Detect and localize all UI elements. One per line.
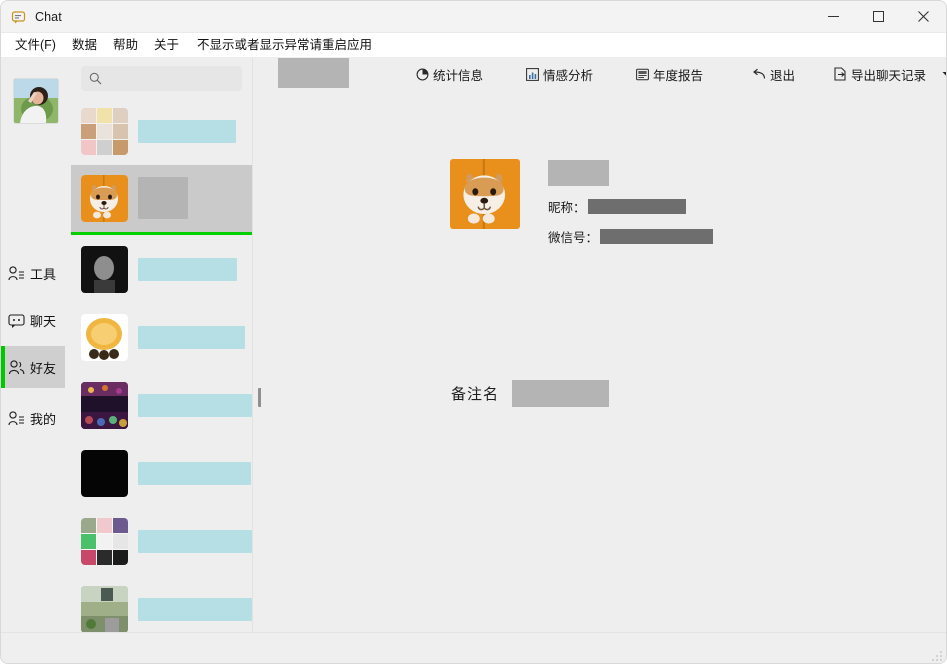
profile-field-wechat-id: 微信号： [548,227,714,246]
remark-row: 备注名 [451,380,610,407]
menu-restart-hint[interactable]: 不显示或者显示异常请重启应用 [187,34,380,56]
contact-list[interactable] [71,97,252,632]
bar-chart-icon [525,67,539,81]
black-avatar [81,449,128,497]
annual-report-button[interactable]: 年度报告 [629,62,709,87]
contact-list-panel [71,58,252,632]
minimize-button[interactable] [811,1,856,32]
contact-name-redacted [138,393,252,417]
wechat-id-label: 微信号： [548,231,599,245]
profile-field-nickname: 昵称： [548,197,713,216]
exit-button-label: 退出 [770,68,796,83]
photo-dark-avatar [81,245,128,293]
title-bar: Chat [1,1,946,33]
grid-avatar [81,517,128,565]
sentiment-button[interactable]: 情感分析 [519,62,599,87]
friends-icon [7,358,25,376]
list-item[interactable] [71,507,252,575]
exit-button[interactable]: 退出 [746,62,801,87]
export-file-icon [833,67,847,81]
collage-avatar [81,107,128,155]
sidebar-item-friends[interactable]: 好友 [1,346,65,388]
search-icon [89,72,102,85]
list-item[interactable] [71,575,252,632]
shiba-avatar [450,159,520,229]
resize-grip-icon[interactable] [931,649,943,661]
list-item[interactable] [71,97,252,165]
contact-name-redacted [138,176,188,219]
sidebar-item-tools-label: 工具 [30,266,57,282]
contact-name-redacted [138,461,251,485]
sidebar-item-friends-label: 好友 [30,360,57,376]
contact-name-redacted [138,119,236,143]
contact-name-redacted [138,597,252,621]
list-item[interactable] [71,439,252,507]
chevron-down-icon[interactable] [939,66,946,82]
pie-chart-icon [415,67,429,81]
user-avatar[interactable] [13,78,59,124]
list-item[interactable] [71,303,252,371]
remark-label: 备注名 [451,387,500,403]
close-button[interactable] [901,1,946,32]
sidebar-item-mine[interactable]: 我的 [1,397,71,439]
panel-splitter[interactable] [252,58,262,632]
chat-bubble-icon [7,311,25,329]
menu-bar: 文件(F) 数据 帮助 关于 不显示或者显示异常请重启应用 [1,33,946,58]
contact-name-redacted [138,257,237,281]
nickname-label: 昵称： [548,201,586,215]
left-rail: 工具 聊天 好友 我的 [1,58,71,632]
rail-nav: 工具 聊天 好友 我的 [1,252,71,444]
outdoor-avatar [81,585,128,632]
search-input[interactable] [108,70,232,87]
status-bar [1,632,946,663]
stats-button[interactable]: 统计信息 [409,62,489,87]
window-title: Chat [35,9,62,24]
window-body: 工具 聊天 好友 我的 统计信息 情感分析 年度报告 退出 导出聊天记录 昵称：… [1,58,946,632]
contact-name-redacted [138,325,245,349]
menu-data[interactable]: 数据 [64,34,105,56]
gold-avatar [81,313,128,361]
report-icon [635,67,649,81]
export-chat-button-label: 导出聊天记录 [851,68,927,83]
back-arrow-icon [752,67,766,81]
shiba-avatar [81,175,128,222]
sidebar-item-chat[interactable]: 聊天 [1,299,71,341]
splitter-line [252,58,253,632]
chat-window-icon [11,9,27,25]
profile-name-redacted [548,160,609,186]
toolbar: 统计信息 情感分析 年度报告 退出 导出聊天记录 [261,60,946,88]
sidebar-item-mine-label: 我的 [30,411,57,427]
annual-report-button-label: 年度报告 [653,68,704,83]
list-item[interactable] [71,371,252,439]
search-area [71,58,252,97]
contact-name-redacted [138,529,252,553]
export-chat-button[interactable]: 导出聊天记录 [827,62,932,87]
sidebar-item-tools[interactable]: 工具 [1,252,71,294]
menu-file[interactable]: 文件(F) [7,34,64,56]
menu-help[interactable]: 帮助 [105,34,146,56]
list-item[interactable] [71,235,252,303]
list-item[interactable] [71,165,252,235]
remark-value-redacted[interactable] [512,380,610,407]
wechat-id-value-redacted [600,229,714,244]
app-window: Chat 文件(F) 数据 帮助 关于 不显示或者显示异常请重启应用 工具 聊天… [0,0,947,664]
sidebar-item-chat-label: 聊天 [30,313,57,329]
person-list-icon [7,409,25,427]
window-controls [811,1,946,32]
nickname-value-redacted [587,199,686,214]
profile-info: 昵称： 微信号： [548,159,714,246]
detail-panel: 统计信息 情感分析 年度报告 退出 导出聊天记录 昵称： 微信号： 备注名 [261,58,946,632]
profile-header: 昵称： 微信号： [450,159,714,246]
search-box[interactable] [81,66,242,91]
menu-about[interactable]: 关于 [146,34,187,56]
stats-button-label: 统计信息 [433,68,484,83]
person-list-icon [7,264,25,282]
sentiment-button-label: 情感分析 [543,68,594,83]
stage-avatar [81,381,128,429]
maximize-button[interactable] [856,1,901,32]
